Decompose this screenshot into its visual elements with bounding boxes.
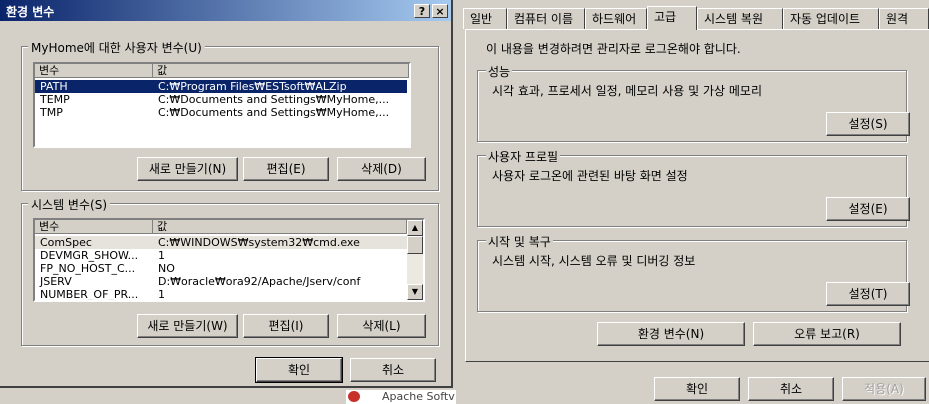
column-header-value[interactable]: 값 <box>153 220 407 234</box>
system-delete-button[interactable]: 삭제(L) <box>337 314 426 338</box>
system-edit-button[interactable]: 편집(I) <box>243 314 329 338</box>
tab-auto-update[interactable]: 자동 업데이트 <box>783 8 879 29</box>
list-row[interactable]: DEVMGR_SHOW... 1 <box>35 249 407 262</box>
var-name: TEMP <box>40 93 70 106</box>
user-profile-settings-button[interactable]: 설정(E) <box>826 197 910 221</box>
tab-general[interactable]: 일반 <box>463 8 507 29</box>
startup-recovery-desc: 시스템 시작, 시스템 오류 및 디버깅 정보 <box>492 254 696 268</box>
env-vars-dialog: 환경 변수 ? × MyHome에 대한 사용자 변수(U) 변수 값 PATH… <box>0 0 453 388</box>
user-profile-section: 사용자 프로필 사용자 로그온에 관련된 바탕 화면 설정 설정(E) <box>477 148 910 227</box>
admin-notice: 이 내용을 변경하려면 관리자로 로그온해야 합니다. <box>486 42 741 56</box>
help-button[interactable]: ? <box>414 4 430 18</box>
scroll-thumb[interactable] <box>407 236 423 254</box>
ok-button[interactable]: 확인 <box>255 357 343 383</box>
system-vars-list[interactable]: 변수 값 ComSpec C:₩WINDOWS₩system32₩cmd.exe… <box>33 218 425 302</box>
title-bar[interactable]: 환경 변수 ? × <box>0 0 451 21</box>
system-vars-group-label: 시스템 변수(S) <box>28 196 110 213</box>
user-delete-button[interactable]: 삭제(D) <box>337 157 426 181</box>
tab-hardware[interactable]: 하드웨어 <box>585 8 647 29</box>
column-header-value[interactable]: 값 <box>153 64 409 78</box>
sys-ok-button[interactable]: 확인 <box>654 377 740 401</box>
user-new-button[interactable]: 새로 만들기(N) <box>137 157 238 181</box>
list-header: 변수 값 <box>35 64 409 78</box>
var-value: 1 <box>158 288 165 301</box>
system-properties-dialog: 일반 컴퓨터 이름 하드웨어 고급 시스템 복원 자동 업데이트 원격 이 내용… <box>457 0 929 404</box>
performance-section: 성능 시각 효과, 프로세서 일정, 메모리 사용 및 가상 메모리 설정(S) <box>477 63 910 142</box>
cancel-button[interactable]: 취소 <box>350 358 436 382</box>
list-header: 변수 값 <box>35 220 407 234</box>
var-name: JSERV <box>40 275 72 288</box>
column-header-name[interactable]: 변수 <box>35 220 153 234</box>
var-name: FP_NO_HOST_C... <box>40 262 136 275</box>
background-app-text: Apache Softv <box>382 390 455 403</box>
user-vars-list[interactable]: 변수 값 PATH C:₩Program Files₩ESTsoft₩ALZip… <box>33 62 411 148</box>
list-row[interactable]: ComSpec C:₩WINDOWS₩system32₩cmd.exe <box>35 236 407 249</box>
var-value: 1 <box>158 249 165 262</box>
var-value: C:₩WINDOWS₩system32₩cmd.exe <box>158 236 360 249</box>
list-row[interactable]: TEMP C:₩Documents and Settings₩MyHome,..… <box>35 93 407 106</box>
list-row[interactable]: JSERV D:₩oracle₩ora92/Apache/Jserv/conf <box>35 275 407 288</box>
user-profile-label: 사용자 프로필 <box>486 148 561 165</box>
list-row[interactable]: TMP C:₩Documents and Settings₩MyHome,... <box>35 106 407 119</box>
dialog-title: 환경 변수 <box>6 5 55 19</box>
system-new-button[interactable]: 새로 만들기(W) <box>137 314 238 338</box>
list-row[interactable]: NUMBER_OF_PR... 1 <box>35 288 407 301</box>
list-row[interactable]: FP_NO_HOST_C... NO <box>35 262 407 275</box>
startup-recovery-settings-button[interactable]: 설정(T) <box>826 282 910 306</box>
sys-cancel-button[interactable]: 취소 <box>748 377 834 401</box>
performance-label: 성능 <box>486 63 513 80</box>
apache-icon <box>348 391 360 402</box>
var-name: DEVMGR_SHOW... <box>40 249 139 262</box>
performance-settings-button[interactable]: 설정(S) <box>826 112 910 136</box>
var-name: NUMBER_OF_PR... <box>40 288 139 301</box>
var-value: D:₩oracle₩ora92/Apache/Jserv/conf <box>158 275 361 288</box>
scroll-up-icon[interactable]: ▲ <box>407 220 423 236</box>
var-name: PATH <box>40 80 68 93</box>
close-button[interactable]: × <box>432 4 448 18</box>
tab-computer-name[interactable]: 컴퓨터 이름 <box>507 8 585 29</box>
var-value: NO <box>158 262 175 275</box>
performance-desc: 시각 효과, 프로세서 일정, 메모리 사용 및 가상 메모리 <box>492 84 762 98</box>
column-header-name[interactable]: 변수 <box>35 64 153 78</box>
vertical-scrollbar[interactable]: ▲ ▼ <box>407 220 423 300</box>
var-value: C:₩Program Files₩ESTsoft₩ALZip <box>158 80 347 93</box>
var-value: C:₩Documents and Settings₩MyHome,... <box>158 106 390 119</box>
user-profile-desc: 사용자 로그온에 관련된 바탕 화면 설정 <box>492 169 688 183</box>
startup-recovery-label: 시작 및 복구 <box>486 233 553 250</box>
scroll-down-icon[interactable]: ▼ <box>407 284 423 300</box>
tab-remote[interactable]: 원격 <box>879 8 929 29</box>
startup-recovery-section: 시작 및 복구 시스템 시작, 시스템 오류 및 디버깅 정보 설정(T) <box>477 233 910 312</box>
user-vars-group-label: MyHome에 대한 사용자 변수(U) <box>28 39 205 56</box>
apply-button[interactable]: 적용(A) <box>842 377 926 401</box>
var-name: TMP <box>40 106 63 119</box>
env-vars-button[interactable]: 환경 변수(N) <box>597 322 745 346</box>
user-edit-button[interactable]: 편집(E) <box>243 157 329 181</box>
tab-advanced[interactable]: 고급 <box>647 6 697 30</box>
var-value: C:₩Documents and Settings₩MyHome,... <box>158 93 390 106</box>
var-name: ComSpec <box>40 236 92 249</box>
background-window: Apache Softv <box>346 390 456 404</box>
list-row[interactable]: PATH C:₩Program Files₩ESTsoft₩ALZip <box>35 80 407 93</box>
error-report-button[interactable]: 오류 보고(R) <box>753 322 901 346</box>
tab-system-restore[interactable]: 시스템 복원 <box>697 8 783 29</box>
